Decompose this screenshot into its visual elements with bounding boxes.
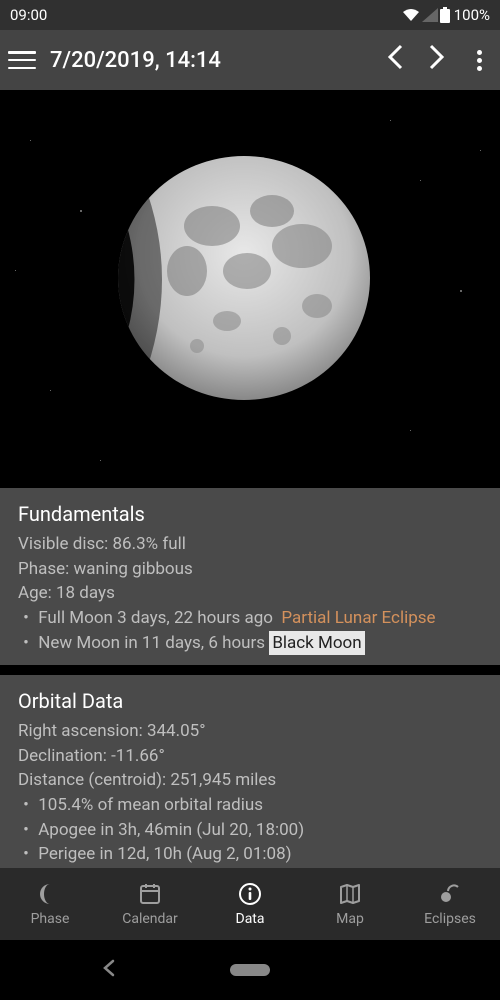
signal-icon (422, 8, 438, 22)
black-moon-tag[interactable]: Black Moon (269, 631, 364, 656)
new-moon-row: • New Moon in 11 days, 6 hours Black Moo… (18, 631, 482, 656)
tab-phase[interactable]: Phase (0, 868, 100, 940)
tab-data-label: Data (236, 911, 265, 927)
fundamentals-title: Fundamentals (18, 502, 482, 526)
wifi-icon (402, 8, 420, 22)
moon-visualization[interactable] (0, 90, 500, 488)
battery-icon (440, 7, 450, 23)
tab-map[interactable]: Map (300, 868, 400, 940)
app-bar: 7/20/2019, 14:14 (0, 30, 500, 90)
battery-pct: 100% (454, 6, 490, 24)
tab-map-label: Map (336, 911, 364, 927)
eclipse-icon (437, 881, 463, 907)
more-options-button[interactable] (467, 44, 492, 77)
right-ascension-value: Right ascension: 344.05° (18, 719, 482, 744)
datetime-display[interactable]: 7/20/2019, 14:14 (50, 48, 365, 73)
prev-button[interactable] (379, 39, 411, 82)
tab-eclipses-label: Eclipses (424, 911, 476, 927)
next-button[interactable] (421, 39, 453, 82)
tab-calendar-label: Calendar (122, 911, 178, 927)
system-home-button[interactable] (230, 964, 270, 976)
perigee-value: Perigee in 12d, 10h (Aug 2, 01:08) (38, 844, 291, 864)
moon-icon (117, 156, 372, 401)
orbital-data-card: Orbital Data Right ascension: 344.05° De… (0, 675, 500, 868)
age-value: Age: 18 days (18, 581, 482, 606)
date-nav (379, 39, 453, 82)
bullet-icon: • (18, 793, 34, 818)
system-nav-bar (0, 940, 500, 1000)
bullet-icon: • (18, 818, 34, 843)
system-back-button[interactable] (100, 959, 118, 981)
apogee-value: Apogee in 3h, 46min (Jul 20, 18:00) (38, 820, 304, 840)
bullet-icon: • (18, 631, 34, 656)
bullet-icon: • (18, 606, 34, 631)
full-moon-row: • Full Moon 3 days, 22 hours ago Partial… (18, 606, 482, 631)
bottom-nav: Phase Calendar Data Map Eclipses (0, 868, 500, 940)
status-time: 09:00 (10, 6, 47, 24)
tab-phase-label: Phase (31, 911, 70, 927)
new-moon-value: New Moon in 11 days, 6 hours (38, 633, 265, 653)
radius-pct-value: 105.4% of mean orbital radius (38, 795, 263, 815)
orbital-title: Orbital Data (18, 689, 482, 713)
tab-calendar[interactable]: Calendar (100, 868, 200, 940)
tab-eclipses[interactable]: Eclipses (400, 868, 500, 940)
menu-icon[interactable] (8, 49, 36, 71)
bullet-icon: • (18, 842, 34, 867)
full-moon-value: Full Moon 3 days, 22 hours ago (38, 608, 273, 628)
lunar-eclipse-link[interactable]: Partial Lunar Eclipse (281, 608, 435, 628)
visible-disc-value: Visible disc: 86.3% full (18, 532, 482, 557)
content-scroll[interactable]: Fundamentals Visible disc: 86.3% full Ph… (0, 90, 500, 868)
fundamentals-card: Fundamentals Visible disc: 86.3% full Ph… (0, 488, 500, 665)
radius-pct-row: • 105.4% of mean orbital radius (18, 793, 482, 818)
tab-data[interactable]: Data (200, 868, 300, 940)
perigee-row: • Perigee in 12d, 10h (Aug 2, 01:08) (18, 842, 482, 867)
phase-icon (37, 881, 63, 907)
phase-value: Phase: waning gibbous (18, 557, 482, 582)
map-icon (337, 881, 363, 907)
info-icon (237, 881, 263, 907)
apogee-row: • Apogee in 3h, 46min (Jul 20, 18:00) (18, 818, 482, 843)
status-right: 100% (402, 6, 490, 24)
calendar-icon (137, 881, 163, 907)
status-bar: 09:00 100% (0, 0, 500, 30)
declination-value: Declination: -11.66° (18, 744, 482, 769)
distance-value: Distance (centroid): 251,945 miles (18, 768, 482, 793)
